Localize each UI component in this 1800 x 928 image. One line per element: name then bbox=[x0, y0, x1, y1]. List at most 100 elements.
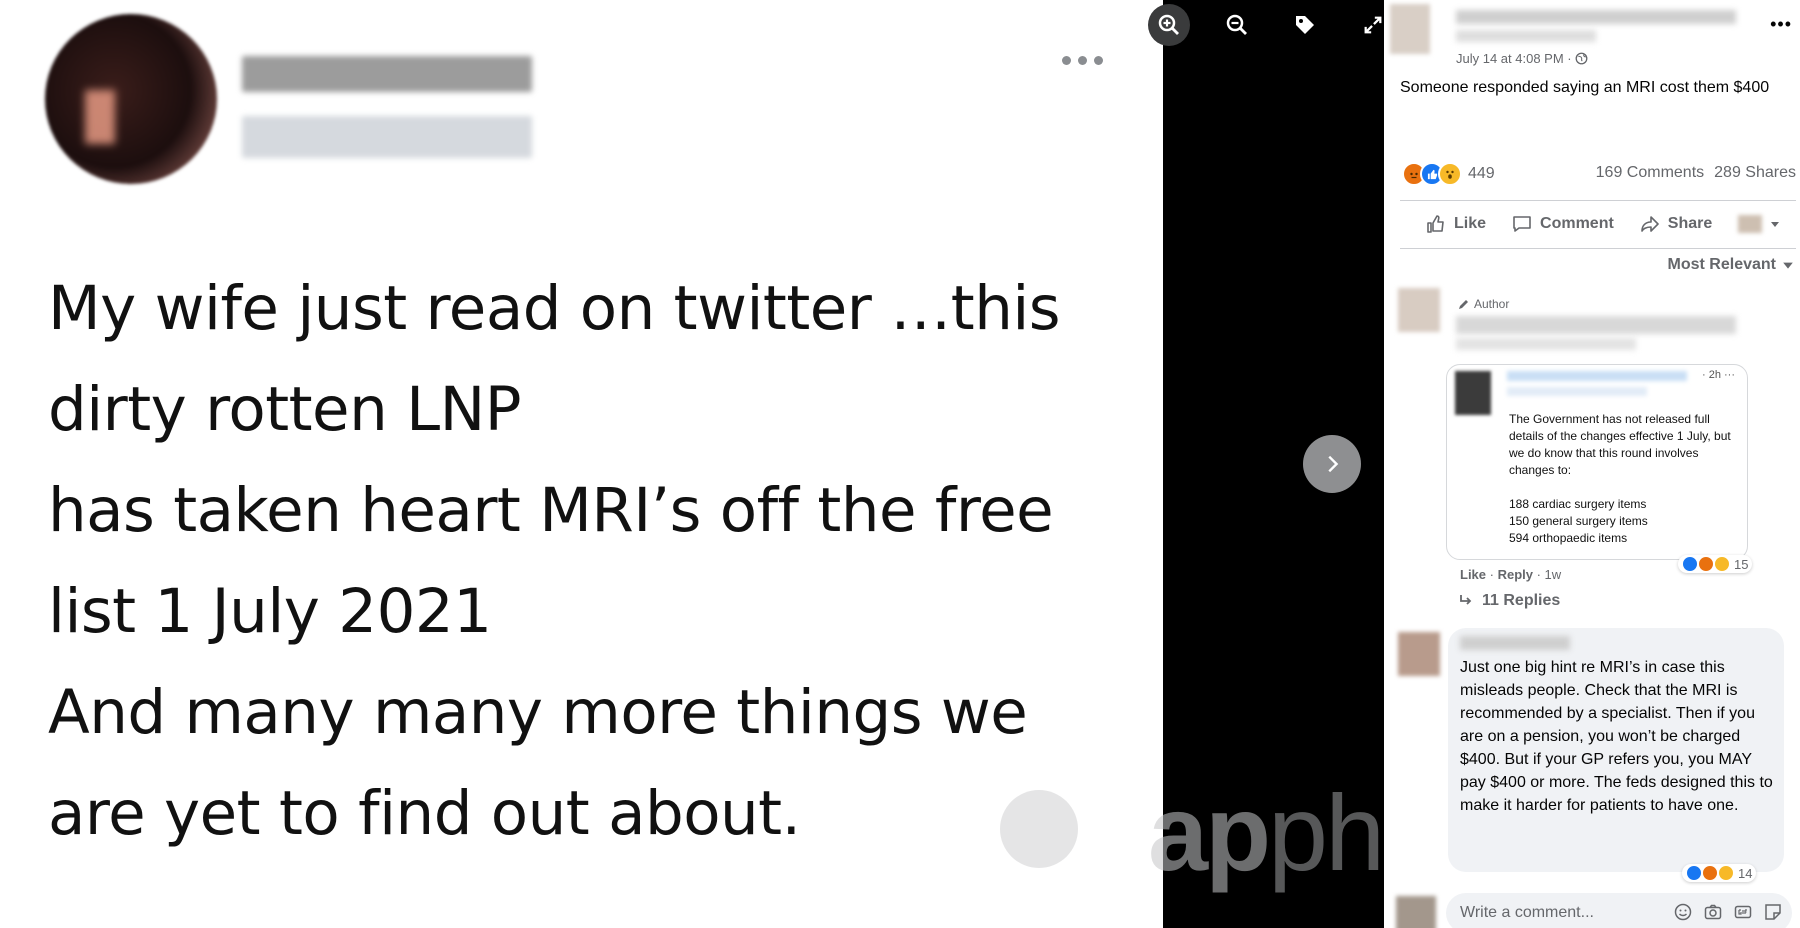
caret-down-icon bbox=[1783, 262, 1793, 269]
fullscreen-icon[interactable] bbox=[1352, 4, 1384, 46]
engagement-counts: 169 Comments 289 Shares bbox=[1596, 164, 1796, 182]
post-text: Someone responded saying an MRI cost the… bbox=[1400, 79, 1770, 96]
chevron-right-icon bbox=[1328, 455, 1339, 473]
embed-item: 594 orthopaedic items bbox=[1509, 531, 1628, 545]
reaction-summary[interactable]: 449 bbox=[1402, 162, 1495, 186]
comment-reaction-count: 15 bbox=[1734, 556, 1749, 572]
poster-name-blurred[interactable] bbox=[1456, 10, 1736, 24]
tweet-display-name-blurred bbox=[242, 56, 532, 92]
embed-avatar bbox=[1455, 371, 1491, 415]
poster-subtitle-blurred bbox=[1456, 30, 1596, 42]
comment-reply-link[interactable]: Reply bbox=[1498, 567, 1533, 582]
tag-icon[interactable] bbox=[1284, 4, 1326, 46]
timestamp-text[interactable]: July 14 at 4:08 PM · bbox=[1456, 51, 1575, 66]
divider bbox=[1400, 248, 1796, 249]
like-reaction-icon bbox=[1686, 865, 1702, 881]
sort-label: Most Relevant bbox=[1667, 256, 1776, 273]
angry-reaction-icon bbox=[1702, 865, 1718, 881]
like-label: Like bbox=[1454, 215, 1487, 232]
tweet-line: My wife just read on twitter …this bbox=[48, 273, 1061, 344]
embed-item: 150 general surgery items bbox=[1509, 514, 1648, 528]
reply-arrow-icon bbox=[1460, 595, 1472, 605]
commenter-avatar[interactable] bbox=[1398, 632, 1440, 676]
embed-time: · 2h ··· bbox=[1702, 369, 1735, 381]
zoom-in-icon[interactable] bbox=[1148, 4, 1190, 46]
tweet-line: dirty rotten LNP bbox=[48, 374, 522, 445]
share-icon bbox=[1640, 216, 1659, 232]
composer-icons bbox=[1674, 903, 1782, 921]
sticker-icon[interactable] bbox=[1764, 903, 1782, 921]
shares-count[interactable]: 289 Shares bbox=[1714, 164, 1796, 182]
embed-name-blurred bbox=[1507, 371, 1687, 381]
comment-meta: Like · Reply · 1w bbox=[1460, 567, 1562, 582]
share-button[interactable]: Share bbox=[1634, 212, 1718, 236]
view-replies-link[interactable]: 11 Replies bbox=[1458, 592, 1560, 610]
pencil-icon bbox=[1459, 300, 1468, 309]
comment-button[interactable]: Comment bbox=[1506, 212, 1620, 236]
like-reaction-icon bbox=[1682, 556, 1698, 572]
tweet-more-icon bbox=[1062, 56, 1103, 65]
author-badge-label: Author bbox=[1474, 297, 1510, 311]
comments-count[interactable]: 169 Comments bbox=[1596, 164, 1705, 182]
photo-viewer[interactable]: My wife just read on twitter …this dirty… bbox=[0, 0, 1384, 928]
wow-reaction-icon bbox=[1438, 162, 1462, 186]
comment-image-attachment[interactable]: · 2h ··· The Government has not released… bbox=[1446, 364, 1748, 560]
poster-avatar[interactable] bbox=[1390, 4, 1430, 54]
haha-reaction-icon bbox=[1718, 865, 1734, 881]
tweet-line: has taken heart MRI’s off the free bbox=[48, 475, 1054, 546]
divider bbox=[1400, 200, 1796, 201]
my-avatar bbox=[1396, 896, 1436, 928]
embed-subname-blurred bbox=[1507, 387, 1647, 396]
tweet-handle-blurred bbox=[242, 116, 532, 158]
embed-paragraph: The Government has not released full det… bbox=[1509, 412, 1731, 477]
comment-icon bbox=[1513, 216, 1531, 232]
gif-icon[interactable] bbox=[1734, 903, 1752, 921]
watermark-logo bbox=[1000, 790, 1078, 868]
emoji-icon[interactable] bbox=[1674, 903, 1692, 921]
post-panel: ••• July 14 at 4:08 PM · Someone respond… bbox=[1384, 0, 1800, 928]
watermark: apphoto bbox=[1000, 770, 1384, 893]
comment-reactions[interactable]: 14 bbox=[1682, 864, 1757, 882]
tweet-avatar bbox=[45, 14, 217, 184]
wow-reaction-icon bbox=[1714, 556, 1730, 572]
comment-time[interactable]: 1w bbox=[1545, 567, 1562, 582]
share-label: Share bbox=[1667, 215, 1713, 232]
comment-author-blurred[interactable] bbox=[1456, 316, 1736, 334]
thumbs-up-icon bbox=[1427, 215, 1444, 233]
commenter-avatar[interactable] bbox=[1398, 288, 1440, 332]
angry-reaction-icon bbox=[1698, 556, 1714, 572]
comment-text-blurred bbox=[1456, 338, 1636, 350]
embed-text: The Government has not released full det… bbox=[1509, 411, 1739, 547]
comment-bubble: Just one big hint re MRI’s in case this … bbox=[1448, 628, 1784, 872]
replies-label: 11 Replies bbox=[1482, 592, 1561, 609]
comment-label: Comment bbox=[1540, 215, 1614, 232]
photo-toolbar bbox=[1148, 4, 1384, 46]
caret-down-icon bbox=[1771, 222, 1780, 227]
next-photo-button[interactable] bbox=[1303, 435, 1361, 493]
camera-icon[interactable] bbox=[1704, 903, 1722, 921]
zoom-out-icon[interactable] bbox=[1216, 4, 1258, 46]
tweet-line: are yet to find out about. bbox=[48, 778, 801, 849]
post-actions: Like Comment Share bbox=[1420, 212, 1786, 236]
tweet-text: My wife just read on twitter …this dirty… bbox=[48, 258, 1128, 864]
watermark-text: apphoto bbox=[1148, 772, 1384, 893]
globe-icon bbox=[1575, 52, 1588, 65]
reaction-count[interactable]: 449 bbox=[1468, 165, 1495, 183]
embed-item: 188 cardiac surgery items bbox=[1509, 497, 1647, 511]
comment-like-link[interactable]: Like bbox=[1460, 567, 1486, 582]
comment-sort-dropdown[interactable]: Most Relevant bbox=[1668, 256, 1794, 274]
tweet-line: list 1 July 2021 bbox=[48, 576, 492, 647]
comment-input[interactable]: Write a comment... bbox=[1446, 893, 1792, 928]
comment-text: Just one big hint re MRI’s in case this … bbox=[1460, 659, 1773, 814]
comment-placeholder: Write a comment... bbox=[1460, 904, 1594, 921]
comment-reaction-count: 14 bbox=[1738, 865, 1753, 881]
share-as-selector[interactable] bbox=[1732, 213, 1786, 235]
comment-reactions[interactable]: 15 bbox=[1678, 555, 1753, 573]
like-button[interactable]: Like bbox=[1420, 212, 1492, 236]
author-badge: Author bbox=[1458, 297, 1509, 311]
post-timestamp[interactable]: July 14 at 4:08 PM · bbox=[1456, 51, 1588, 66]
tweet-line: And many many more things we bbox=[48, 677, 1028, 748]
post-more-icon[interactable]: ••• bbox=[1770, 14, 1792, 35]
comment-author-blurred[interactable] bbox=[1460, 636, 1570, 650]
tweet-image: My wife just read on twitter …this dirty… bbox=[0, 0, 1163, 928]
